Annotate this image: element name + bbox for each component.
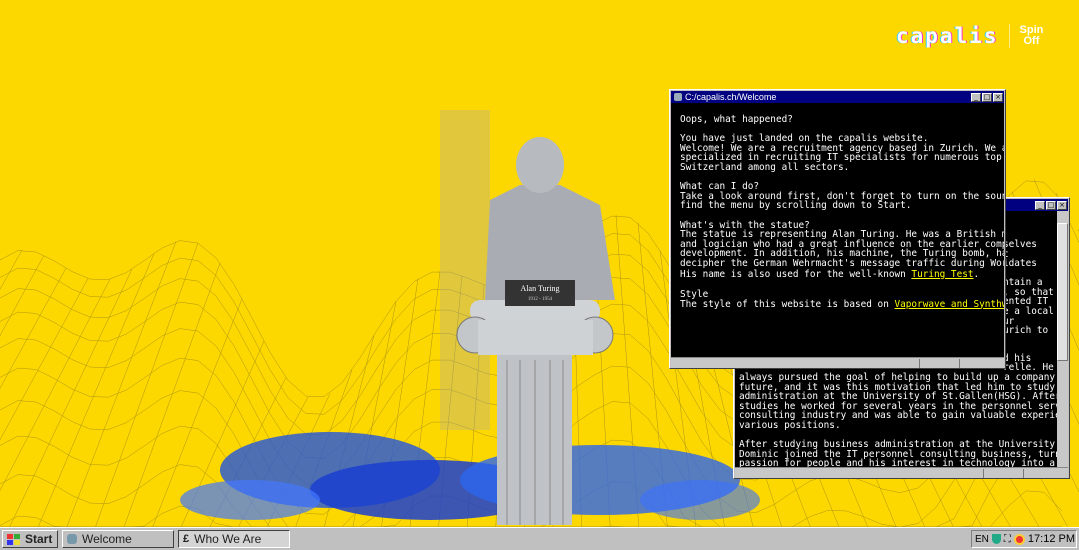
window-titlebar[interactable]: C:/capalis.ch/Welcome _ □ × (671, 91, 1004, 103)
mesh-line (0, 249, 23, 290)
intro-paragraph: You have just landed on the capalis webs… (680, 133, 1004, 173)
text-line: various positions. (739, 420, 841, 431)
minimize-button[interactable]: _ (1035, 200, 1045, 210)
windows-logo-icon (7, 533, 20, 545)
mesh-line (0, 279, 111, 492)
system-tray: EN ⛶ 17:12 PM (971, 530, 1077, 548)
mesh-line (95, 243, 199, 527)
text-fragment: idates (1003, 258, 1037, 269)
fog-clouds (180, 432, 760, 520)
sound-muted-icon[interactable] (1013, 533, 1025, 545)
scrollbar-thumb[interactable] (1057, 223, 1068, 361)
plaque-years: 1912 - 1954 (528, 297, 553, 302)
vertical-scrollbar[interactable] (1057, 211, 1068, 467)
maximize-button[interactable]: □ (982, 92, 992, 102)
spin-off-badge: Spin Off (1019, 24, 1044, 47)
mesh-line (0, 278, 89, 441)
taskbar: Start Welcome £ Who We Are EN ⛶ 17:12 PM (0, 527, 1079, 550)
clock: 17:12 PM (1027, 533, 1075, 545)
task-welcome[interactable]: Welcome (62, 530, 174, 548)
fullscreen-icon[interactable]: ⛶ (1004, 534, 1011, 545)
plaque-name: Alan Turing (521, 284, 560, 293)
period: . (973, 268, 980, 280)
turing-test-text: His name is also used for the well-known (680, 268, 912, 280)
welcome-content: Oops, what happened? You have just lande… (671, 103, 1004, 357)
mesh-line (66, 241, 177, 527)
mesh-line (0, 255, 45, 337)
style-text: The style of this website is based on (680, 298, 895, 310)
window-icon (674, 93, 682, 101)
maximize-button[interactable]: □ (1046, 200, 1056, 210)
text-fragment: urich to (1003, 325, 1049, 336)
mesh-line (37, 253, 155, 527)
vaporwave-link[interactable]: Vaporwave and Synthwave (894, 299, 1004, 310)
minimize-button[interactable]: _ (971, 92, 981, 102)
close-button[interactable]: × (993, 92, 1003, 102)
mesh-line (0, 267, 67, 389)
window-title: C:/capalis.ch/Welcome (685, 92, 777, 102)
heading-oops: Oops, what happened? (680, 114, 793, 125)
turing-test-link[interactable]: Turing Test (911, 269, 973, 280)
mesh-line (9, 268, 133, 527)
task-label: Who We Are (194, 532, 262, 546)
welcome-task-icon (67, 534, 77, 544)
task-label: Welcome (82, 532, 132, 546)
what-can-i-do-paragraph: Take a look around first, don't forget t… (680, 190, 1004, 212)
logo-divider (1008, 24, 1010, 48)
start-button[interactable]: Start (2, 530, 58, 548)
who-we-are-task-icon: £ (183, 533, 190, 545)
start-label: Start (25, 532, 53, 546)
statue-paragraph: The statue is representing Alan Turing. … (680, 229, 1004, 269)
language-indicator[interactable]: EN (975, 534, 989, 545)
shield-icon[interactable] (991, 534, 1001, 544)
close-button[interactable]: × (1057, 200, 1067, 210)
welcome-window[interactable]: C:/capalis.ch/Welcome _ □ × Oops, what h… (669, 89, 1006, 369)
horizontal-scrollbar[interactable] (671, 357, 1004, 368)
logo-brand: capalis (896, 24, 999, 48)
horizontal-scrollbar[interactable] (735, 467, 1068, 478)
capalis-logo[interactable]: capalis Spin Off (896, 24, 1043, 48)
text-line: passion for people and his interest in t… (739, 458, 1056, 467)
task-who-we-are[interactable]: £ Who We Are (178, 530, 290, 548)
